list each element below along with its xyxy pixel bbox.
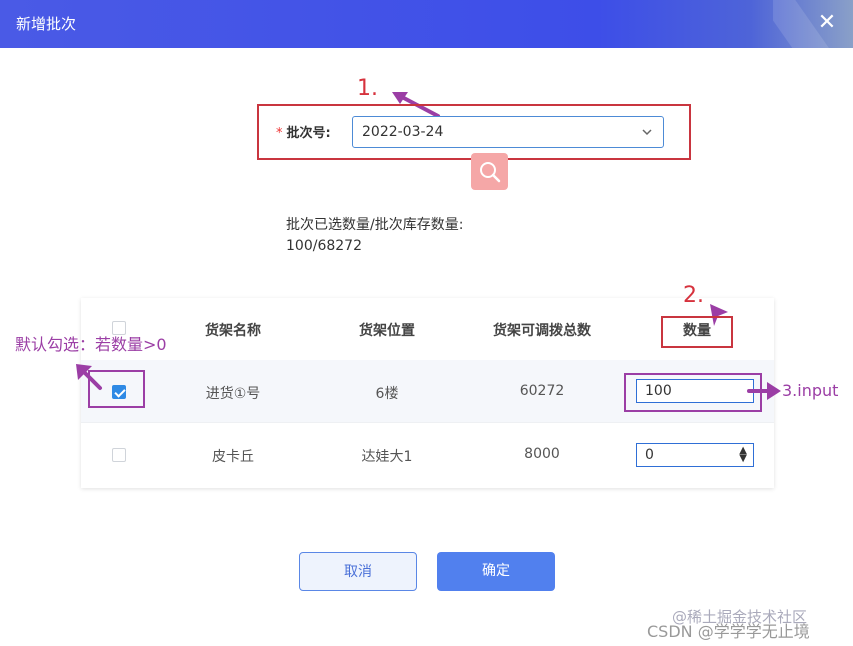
batch-label: * 批次号: xyxy=(276,122,331,141)
cell-shelf-position: 6楼 xyxy=(375,386,399,402)
annotation-box-checkbox xyxy=(88,370,145,408)
required-mark: * xyxy=(276,126,283,141)
annotation-step3: 3.input xyxy=(782,381,839,400)
confirm-button[interactable]: 确定 xyxy=(437,552,555,591)
search-icon xyxy=(480,162,501,183)
chevron-down-icon xyxy=(642,129,652,136)
stepper-arrows-icon[interactable]: ▲ ▼ xyxy=(739,446,747,464)
cell-shelf-total: 8000 xyxy=(524,446,560,462)
cell-shelf-name: 进货①号 xyxy=(205,386,261,402)
annotation-default-check: 默认勾选：若数量>0 xyxy=(15,335,167,354)
cell-shelf-name: 皮卡丘 xyxy=(212,449,254,465)
annotation-step1: 1. xyxy=(357,76,378,101)
cell-shelf-total: 60272 xyxy=(519,383,565,399)
search-button[interactable] xyxy=(471,153,508,190)
watermark-csdn: CSDN @学学学无止境 xyxy=(647,622,810,641)
header-shelf-position: 货架位置 xyxy=(359,323,415,339)
close-icon[interactable]: ✕ xyxy=(813,9,841,37)
batch-label-text: 批次号: xyxy=(286,126,331,141)
quantity-stepper[interactable]: 0 ▲ ▼ xyxy=(636,443,754,467)
row-checkbox[interactable] xyxy=(112,448,126,462)
batch-qty-value: 100/68272 xyxy=(286,238,362,254)
header-shelf-total: 货架可调拨总数 xyxy=(493,323,591,339)
batch-select-value: 2022-03-24 xyxy=(362,124,444,140)
batch-qty-label: 批次已选数量/批次库存数量: xyxy=(286,217,464,233)
annotation-box-quantity-header xyxy=(661,316,733,348)
annotation-box-input xyxy=(624,373,762,412)
header-shelf-name: 货架名称 xyxy=(205,323,261,339)
batch-select[interactable]: 2022-03-24 xyxy=(352,116,664,148)
cell-shelf-position: 达娃大1 xyxy=(361,449,413,465)
cancel-button[interactable]: 取消 xyxy=(299,552,417,591)
table-row: 皮卡丘 达娃大1 8000 0 ▲ ▼ xyxy=(81,423,774,485)
arrow-icon xyxy=(747,382,781,400)
annotation-step2: 2. xyxy=(683,283,704,308)
dialog-title: 新增批次 xyxy=(16,15,77,33)
quantity-value: 0 xyxy=(645,447,654,463)
dialog-header: 新增批次 ✕ xyxy=(0,0,853,48)
